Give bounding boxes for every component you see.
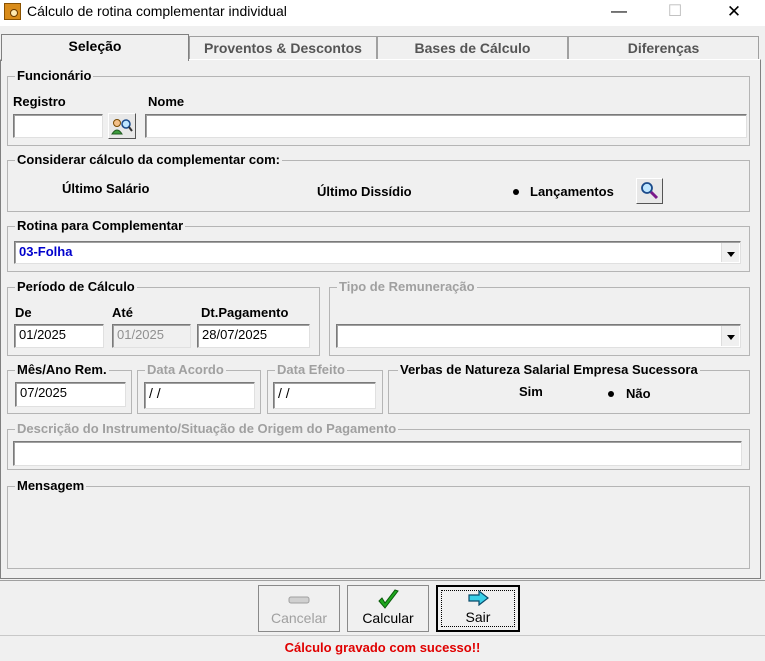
data-acordo-legend: Data Acordo — [145, 362, 226, 377]
ultimo-dissidio-label: Último Dissídio — [317, 184, 412, 199]
rotina-legend: Rotina para Complementar — [15, 218, 186, 233]
sair-button[interactable]: Sair — [436, 585, 520, 632]
radio-ultimo-dissidio[interactable] — [297, 186, 309, 198]
data-acordo-input[interactable]: / / — [144, 382, 255, 409]
cancel-icon — [288, 596, 310, 604]
status-message: Cálculo gravado com sucesso!! — [284, 640, 481, 655]
mensagem-legend: Mensagem — [15, 478, 87, 493]
chevron-down-icon[interactable] — [721, 326, 739, 346]
radio-ultimo-salario[interactable] — [42, 183, 54, 195]
dt-pagamento-label: Dt.Pagamento — [201, 305, 289, 320]
calcular-button[interactable]: Calcular — [347, 585, 429, 632]
cancelar-label: Cancelar — [270, 610, 328, 626]
sim-label: Sim — [519, 384, 543, 399]
verbas-legend: Verbas de Natureza Salarial Empresa Suce… — [398, 362, 700, 377]
mensagem-text — [14, 500, 743, 562]
calcular-label: Calcular — [362, 610, 414, 626]
rotina-select[interactable]: 03-Folha — [14, 241, 741, 264]
funcionario-legend: Funcionário — [15, 68, 94, 83]
checkmark-icon — [378, 589, 399, 609]
tab-diferencas[interactable]: Diferenças — [568, 36, 759, 59]
nome-label: Nome — [148, 94, 185, 109]
verbas-group: Verbas de Natureza Salarial Empresa Suce… — [388, 362, 750, 414]
rotina-value: 03-Folha — [19, 244, 73, 259]
divider — [0, 580, 765, 581]
periodo-legend: Período de Cálculo — [15, 279, 137, 294]
sair-label: Sair — [465, 609, 491, 625]
mes-ano-legend: Mês/Ano Rem. — [15, 362, 109, 377]
tab-proventos-descontos[interactable]: Proventos & Descontos — [189, 36, 377, 59]
data-efeito-input[interactable]: / / — [273, 382, 376, 409]
magnifier-icon[interactable] — [636, 178, 663, 204]
de-label: De — [15, 305, 32, 320]
close-button[interactable]: ✕ — [711, 0, 757, 26]
considerar-legend: Considerar cálculo da complementar com: — [15, 152, 282, 167]
tipo-remuneracao-select[interactable] — [336, 324, 741, 348]
dt-pagamento-input[interactable]: 28/07/2025 — [197, 324, 310, 348]
tab-bases-calculo[interactable]: Bases de Cálculo — [377, 36, 568, 59]
arrow-right-icon — [468, 590, 489, 606]
registro-label: Registro — [13, 94, 66, 109]
de-input[interactable]: 01/2025 — [14, 324, 104, 348]
cancelar-button[interactable]: Cancelar — [258, 585, 340, 632]
registro-input[interactable] — [13, 114, 103, 138]
window-title: Cálculo de rotina complementar individua… — [27, 3, 287, 19]
radio-sim[interactable] — [498, 386, 510, 398]
ultimo-salario-label: Último Salário — [62, 181, 150, 196]
tab-selecao[interactable]: Seleção — [1, 34, 189, 61]
nao-label: Não — [626, 386, 651, 401]
ate-input: 01/2025 — [112, 324, 191, 348]
app-icon — [4, 3, 21, 20]
minimize-button[interactable]: — — [596, 0, 642, 26]
mes-ano-input[interactable]: 07/2025 — [15, 382, 126, 407]
people-search-icon[interactable] — [108, 113, 136, 139]
lancamentos-label: Lançamentos — [530, 184, 614, 199]
data-efeito-legend: Data Efeito — [275, 362, 347, 377]
nome-input[interactable] — [145, 114, 747, 138]
chevron-down-icon[interactable] — [721, 243, 739, 262]
radio-nao[interactable] — [605, 388, 617, 400]
maximize-button[interactable]: ☐ — [652, 0, 698, 26]
descricao-legend: Descrição do Instrumento/Situação de Ori… — [15, 421, 399, 436]
ate-label: Até — [112, 305, 133, 320]
radio-lancamentos[interactable] — [510, 186, 522, 198]
tipo-remuneracao-legend: Tipo de Remuneração — [337, 279, 477, 294]
descricao-input[interactable] — [13, 441, 742, 466]
